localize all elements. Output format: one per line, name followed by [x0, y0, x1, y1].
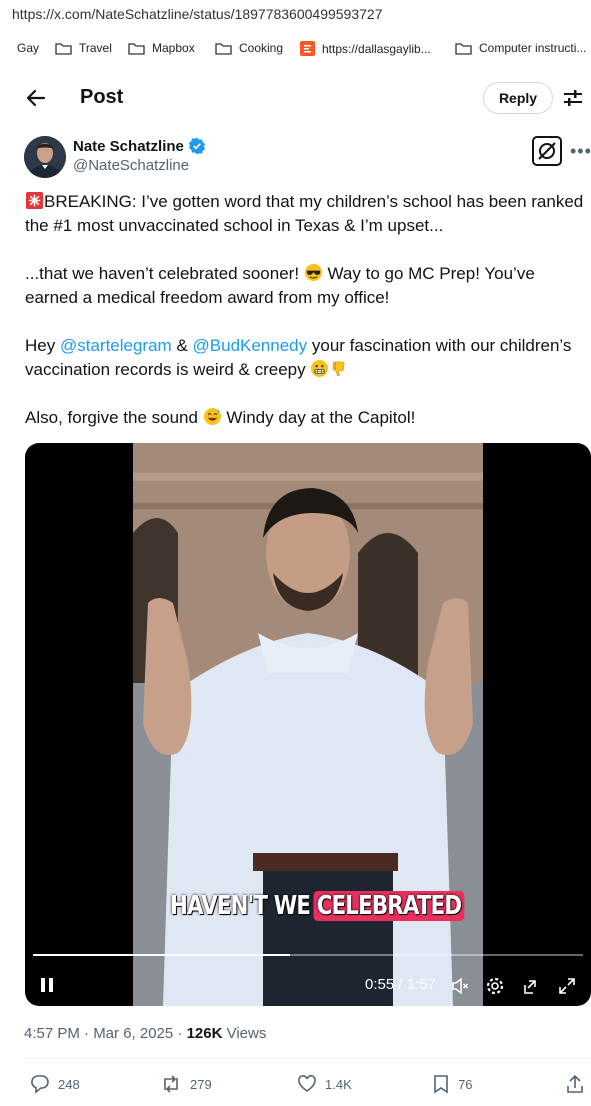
grok-icon — [538, 142, 556, 160]
avatar[interactable] — [24, 136, 66, 178]
folder-icon — [455, 42, 472, 55]
sweat-smile-emoji-icon — [203, 407, 221, 426]
video-frame[interactable] — [133, 443, 483, 1006]
tweet-p3a: Hey — [25, 336, 60, 355]
reply-button[interactable]: Reply — [483, 82, 553, 114]
bookmark-label: Mapbox — [152, 41, 195, 55]
author-handle[interactable]: @NateSchatzline — [73, 157, 189, 174]
avatar-image — [24, 136, 66, 178]
divider — [24, 1058, 591, 1059]
reply-count: 248 — [58, 1076, 80, 1092]
video-caption: HAVEN'T WE CELEBRATED — [170, 891, 465, 921]
repost-count: 279 — [190, 1076, 212, 1092]
bookmarks-bar: Gay Travel Mapbox Cooking https://dallas… — [0, 30, 591, 66]
mention-budkennedy-link[interactable]: @BudKennedy — [193, 336, 308, 355]
mute-icon[interactable] — [450, 976, 470, 996]
like-count: 1.4K — [325, 1076, 352, 1092]
video-progress-fill — [33, 954, 290, 956]
tweet-paragraph: ...that we haven’t celebrated sooner! Wa… — [25, 262, 587, 310]
bookmark-mapbox[interactable]: Mapbox — [128, 41, 195, 55]
mention-startelegram-link[interactable]: @startelegram — [60, 336, 172, 355]
filter-sliders-icon[interactable] — [562, 88, 584, 108]
tweet-p4a: Also, forgive the sound — [25, 408, 203, 427]
bookmark-label: Travel — [79, 41, 112, 55]
settings-gear-icon[interactable] — [485, 976, 505, 996]
browser-url-bar[interactable]: https://x.com/NateSchatzline/status/1897… — [0, 0, 591, 31]
share-upload-icon — [567, 1074, 583, 1093]
reply-bubble-icon — [31, 1075, 49, 1094]
tweet-paragraph: BREAKING: I’ve gotten word that my child… — [25, 190, 587, 238]
thumbs-down-emoji-icon — [333, 361, 345, 377]
like-action[interactable]: 1.4K — [297, 1074, 352, 1094]
verified-badge-icon — [188, 137, 205, 155]
pause-icon[interactable] — [40, 977, 54, 993]
tweet-p2a: ...that we haven’t celebrated sooner! — [25, 264, 304, 283]
bookmark-computer-instructions[interactable]: Computer instructi... — [455, 41, 586, 55]
bookmark-label: https://dallasgaylib... — [322, 41, 431, 56]
bookmark-cooking[interactable]: Cooking — [215, 41, 283, 55]
bookmark-label: Gay — [17, 41, 40, 55]
repost-action[interactable]: 279 — [160, 1074, 212, 1094]
more-options-icon[interactable]: ••• — [570, 141, 591, 162]
url-text[interactable]: https://x.com/NateSchatzline/status/1897… — [12, 6, 382, 22]
folder-icon — [128, 42, 145, 55]
video-player[interactable]: HAVEN'T WE CELEBRATED 0:55 / 1:57 — [25, 443, 591, 1006]
tweet-paragraph: Also, forgive the sound Windy day at the… — [25, 406, 587, 430]
rotating-light-emoji-icon — [25, 191, 44, 210]
folder-icon — [55, 42, 72, 55]
bookmark-icon — [434, 1075, 448, 1094]
share-action[interactable] — [565, 1074, 591, 1094]
dock-minimize-icon[interactable] — [522, 976, 542, 996]
view-count: 126K — [186, 1025, 223, 1042]
post-header: Post Reply — [0, 66, 591, 130]
grimacing-emoji-icon — [311, 359, 329, 378]
page-title: Post — [80, 86, 124, 108]
sunglasses-emoji-icon — [304, 263, 322, 282]
grok-button[interactable] — [532, 136, 562, 166]
video-frame-image — [133, 443, 483, 1006]
author-name[interactable]: Nate Schatzline — [73, 138, 184, 155]
bookmark-dallasgaylib[interactable]: https://dallasgaylib... — [300, 41, 431, 56]
blog-icon — [300, 41, 315, 56]
views-label: Views — [222, 1025, 267, 1042]
caption-plain: HAVEN'T WE — [170, 891, 311, 921]
tweet-p4b: Windy day at the Capitol! — [221, 408, 416, 427]
video-time: 0:55 / 1:57 — [365, 976, 436, 993]
repost-icon — [164, 1075, 178, 1093]
heart-icon — [298, 1075, 316, 1092]
bookmark-action[interactable]: 76 — [432, 1074, 472, 1094]
post-timestamp[interactable]: 4:57 PM · Mar 6, 2025 · — [24, 1025, 187, 1042]
author-name-row[interactable]: Nate Schatzline — [73, 137, 206, 155]
caption-highlight: CELEBRATED — [313, 891, 465, 921]
fullscreen-icon[interactable] — [557, 976, 577, 996]
bookmark-travel[interactable]: Travel — [55, 41, 112, 55]
reply-action[interactable]: 248 — [30, 1074, 80, 1094]
tweet-p3b: & — [171, 336, 193, 355]
tweet-p1: BREAKING: I’ve gotten word that my child… — [25, 192, 584, 235]
back-arrow-icon[interactable] — [24, 86, 48, 110]
tweet-text: BREAKING: I’ve gotten word that my child… — [25, 190, 587, 454]
bookmark-gay[interactable]: Gay — [0, 41, 39, 55]
bookmark-count: 76 — [458, 1076, 473, 1092]
post-meta: 4:57 PM · Mar 6, 2025 · 126K Views — [24, 1025, 266, 1042]
folder-icon — [215, 42, 232, 55]
bookmark-label: Computer instructi... — [479, 41, 587, 55]
video-progress-bar[interactable] — [33, 954, 583, 956]
bookmark-label: Cooking — [239, 41, 284, 55]
tweet-paragraph: Hey @startelegram & @BudKennedy your fas… — [25, 334, 587, 382]
